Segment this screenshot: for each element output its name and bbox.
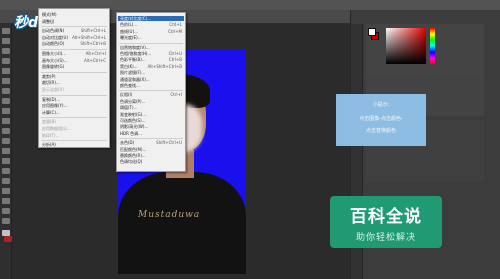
move-tool-icon[interactable] [2,28,10,34]
dodge-tool-icon[interactable] [2,158,10,164]
tip-line-2: 点击替换颜色 [365,128,396,134]
menu-item[interactable]: 照片滤镜(F)... [120,70,145,75]
menu-item[interactable]: 色调分离(P)... [120,99,145,104]
menu-separator [41,71,107,73]
menu-item[interactable]: 色调均化(Q) [120,159,142,164]
shape-tool-icon[interactable] [2,198,10,204]
menu-item[interactable]: 渐变映射(G)... [120,112,146,117]
menu-item[interactable]: 阈值(T)... [120,105,137,110]
menu-shortcut: Alt+Shift+Ctrl+L [72,34,106,40]
menu-separator [41,94,107,96]
menu-shortcut: Ctrl+I [170,92,182,98]
menu-item: 变量(B) [42,119,56,125]
menu-item[interactable]: 模式(M) [42,12,57,17]
type-tool-icon[interactable] [2,178,10,184]
menu-separator [41,49,107,50]
menu-shortcut: Ctrl+B [168,57,182,63]
menu-item[interactable]: 调整(J) [42,19,54,24]
menu-item: 陷印(T)... [42,132,60,138]
hand-tool-icon[interactable] [2,208,10,214]
adjustments-submenu: 亮度/对比度(C)... 色阶(L)... Ctrl+L 曲线(U)... Ctrl+M… [116,12,186,172]
menu-separator [119,42,183,44]
badge-title: 百科全说 [350,207,422,227]
menu-shortcut: Ctrl+U [168,51,182,56]
marquee-tool-icon[interactable] [2,38,10,44]
menu-shortcut: Alt+Shift+Ctrl+B [147,63,182,69]
menu-item[interactable]: 颜色查找... [120,83,140,88]
menu-item[interactable]: 自动颜色(O) [42,41,64,46]
menu-item[interactable]: 画布大小(S)... [42,58,67,63]
menu-item[interactable]: 复制(D)... [42,97,60,102]
hue-slider[interactable] [430,28,435,64]
menu-item[interactable]: 亮度/对比度(C)... [118,16,184,21]
menu-item[interactable]: 裁切(R)... [42,80,60,85]
menu-item[interactable]: 自动对比度(U) [42,35,68,40]
menu-item[interactable]: 可选颜色(S)... [120,118,145,123]
menu-item[interactable]: 匹配颜色(M)... [120,147,146,152]
eraser-tool-icon[interactable] [2,128,10,134]
path-select-tool-icon[interactable] [2,188,10,194]
menu-shortcut: Alt+Ctrl+I [85,51,106,56]
menu-item[interactable]: 图像大小(I)... [42,51,66,56]
menu-item[interactable]: HDR 色调... [120,131,142,136]
person-shirt [118,172,246,274]
menu-item: 显示全部(V) [42,87,64,92]
gradient-tool-icon[interactable] [2,138,10,144]
menu-shortcut: Ctrl+L [169,22,182,28]
menu-shortcut: Shift+Ctrl+L [80,28,106,34]
menu-item[interactable]: 通道混和器(X)... [120,77,150,82]
blur-tool-icon[interactable] [2,148,10,154]
menu-item[interactable]: 图像旋转(G) [42,64,64,69]
menu-shortcut: Shift+Ctrl+B [80,41,106,47]
menu-item[interactable]: 黑白(K)... [120,64,138,69]
badge-subtitle: 助你轻松解决 [355,233,416,243]
menu-shortcut: Ctrl+M [168,28,182,34]
background-color-icon[interactable] [4,236,12,242]
brand-badge: 百科全说 助你轻松解决 [330,196,442,248]
menu-item[interactable]: 裁剪(P) [42,74,56,79]
menu-item[interactable]: 分析(A) [42,142,56,147]
menu-item[interactable]: 色阶(L)... [120,22,137,27]
crop-tool-icon[interactable] [2,68,10,74]
brush-tool-icon[interactable] [2,98,10,104]
color-picker-field[interactable] [386,28,426,64]
tip-title: 小提示: [372,102,390,108]
menu-item[interactable]: 自然饱和度(V)... [120,45,150,50]
menu-item[interactable]: 去色(D) [120,140,134,145]
lasso-tool-icon[interactable] [2,48,10,54]
history-brush-tool-icon[interactable] [2,118,10,124]
healing-tool-icon[interactable] [2,88,10,94]
menu-item[interactable]: 色相/饱和度(H)... [120,51,151,56]
menu-shortcut: Shift+Ctrl+U [156,140,182,146]
quick-select-tool-icon[interactable] [2,58,10,64]
tip-line-1: 点击图像-点击颜色- [359,116,403,122]
menu-item[interactable]: 曝光度(E)... [120,35,141,40]
shirt-print: Mustaduwa [138,210,201,220]
zoom-tool-icon[interactable] [2,218,10,224]
menu-item[interactable]: 计算(C)... [42,110,60,115]
menu-item[interactable]: 反相(I) [120,92,132,97]
foreground-swatch[interactable] [368,28,376,36]
menu-item[interactable]: 自动色调(N) [42,28,64,33]
menu-shortcut: Alt+Ctrl+C [83,57,106,63]
menu-item[interactable]: 替换颜色(R)... [120,153,146,158]
tip-box: 小提示: 点击图像-点击颜色- 点击替换颜色 [336,94,426,146]
stamp-tool-icon[interactable] [2,108,10,114]
menu-item[interactable]: 曲线(U)... [120,29,138,34]
menu-item[interactable]: 色彩平衡(B)... [120,57,146,62]
menu-item: 应用数据组(L)... [42,126,72,131]
pen-tool-icon[interactable] [2,168,10,174]
image-menu: 模式(M) 调整(J) 自动色调(N) Shift+Ctrl+L 自动对比度(U) Alt… [38,8,110,148]
eyedropper-tool-icon[interactable] [2,78,10,84]
toolbox [0,24,12,279]
menu-item[interactable]: 应用图像(Y)... [42,103,67,108]
menu-item[interactable]: 阴影/高光(W)... [120,124,148,129]
